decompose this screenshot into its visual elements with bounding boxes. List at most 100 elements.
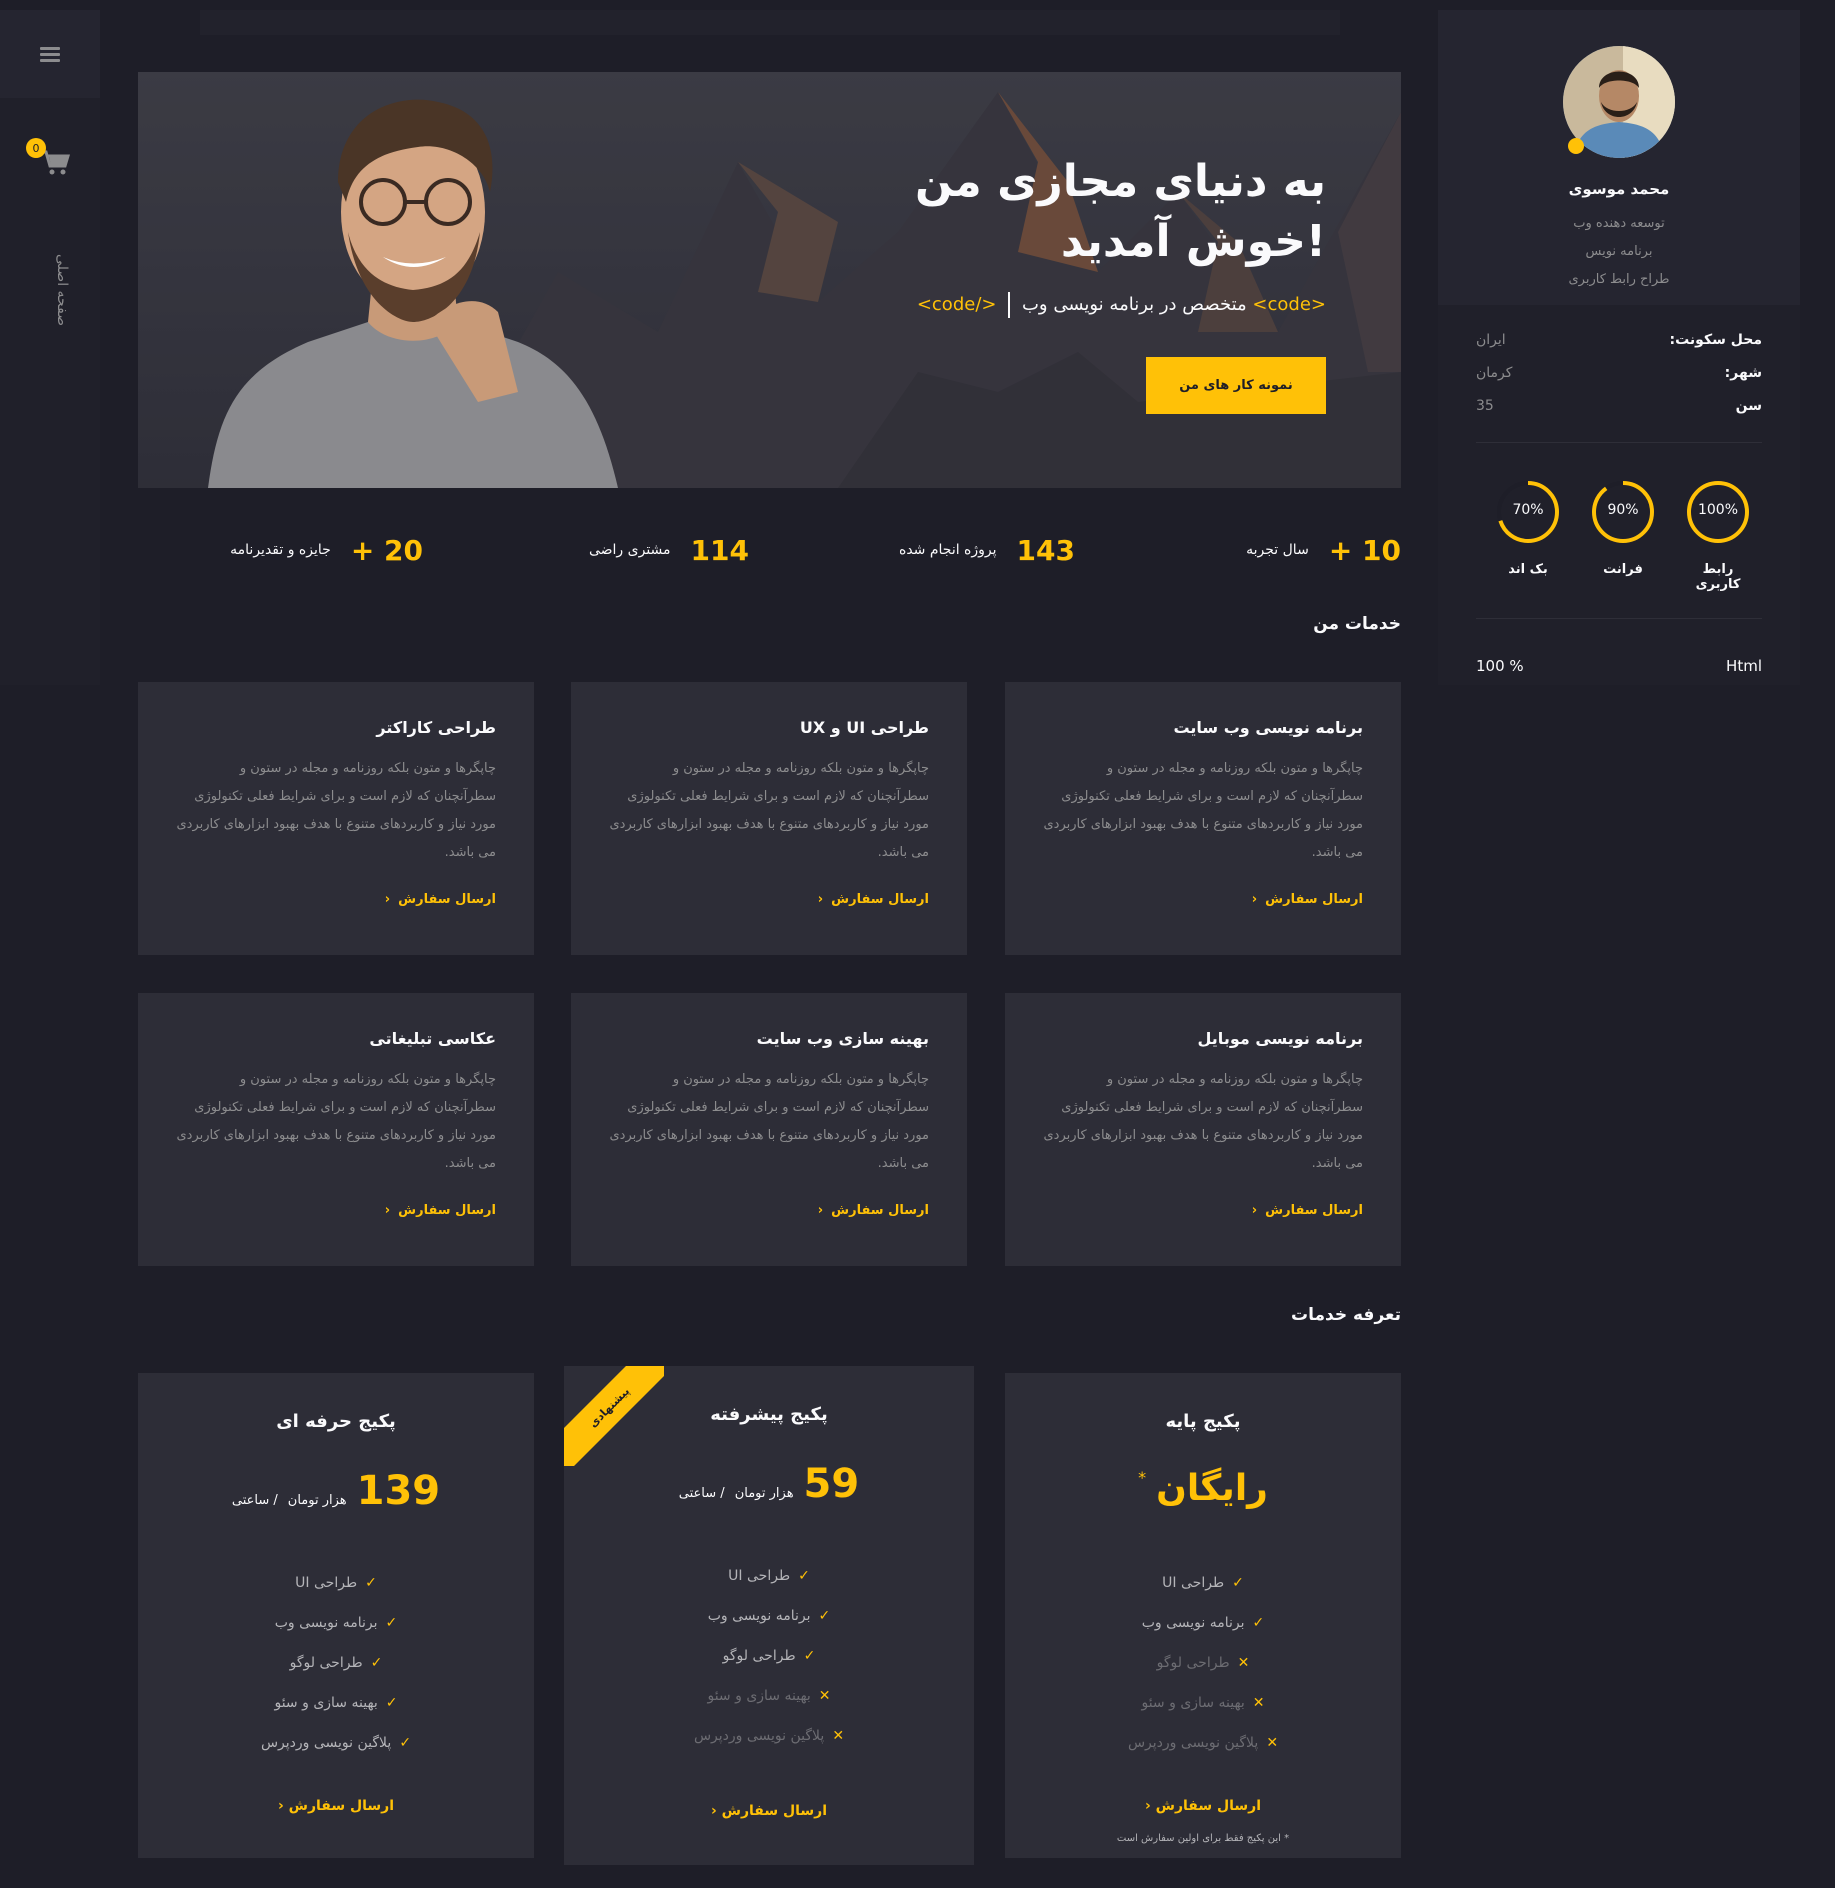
service-title: طراحی کاراکتر xyxy=(376,718,496,737)
feature-label: طراحی لوگو xyxy=(722,1648,796,1664)
order-link[interactable]: ارسال سفارش ‹ xyxy=(564,1803,974,1819)
profile-header: محمد موسوی توسعه دهنده وب برنامه نویس طر… xyxy=(1438,10,1800,305)
info-age: سن 35 xyxy=(1476,398,1762,422)
plan-price: 139 هزار تومان / ساعتی xyxy=(138,1468,534,1514)
portfolio-button[interactable]: نمونه کار های من xyxy=(1146,357,1326,414)
order-link[interactable]: ارسال سفارش ‹ xyxy=(1005,1798,1401,1814)
service-title: برنامه نویسی موبایل xyxy=(1197,1029,1363,1048)
skill-value: 100 % xyxy=(1476,657,1524,675)
feature-label: بهینه سازی و سئو xyxy=(1141,1695,1245,1711)
order-link[interactable]: ارسال سفارش ‹ xyxy=(818,1203,929,1218)
order-link-label: ارسال سفارش xyxy=(288,1798,395,1814)
cross-icon: ✕ xyxy=(818,1688,831,1704)
hero-title-line2: خوش آمدید! xyxy=(1060,216,1326,267)
chevron-left-icon: ‹ xyxy=(384,892,391,907)
check-icon: ✓ xyxy=(798,1568,810,1584)
price-period: / ساعتی xyxy=(678,1486,725,1501)
feature-item: ✓ طراحی UI xyxy=(138,1563,534,1603)
info-value: ایران xyxy=(1476,332,1506,348)
skill-ring-value: 90% xyxy=(1607,502,1639,518)
order-link-label: ارسال سفارش xyxy=(831,892,929,907)
check-icon: ✓ xyxy=(1252,1615,1265,1631)
order-link[interactable]: ارسال سفارش ‹ xyxy=(138,1798,534,1814)
skill-ring-label: فرانت xyxy=(1603,562,1643,577)
service-card: طراحی UI و UX چاپگرها و متون بلکه روزنام… xyxy=(571,682,967,955)
order-link-label: ارسال سفارش xyxy=(398,892,496,907)
hero-banner: به دنیای مجازی من خوش آمدید! <code> متخص… xyxy=(138,72,1401,488)
profile-sidebar: محمد موسوی توسعه دهنده وب برنامه نویس طر… xyxy=(1438,10,1800,685)
feature-item: ✓ برنامه نویسی وب xyxy=(138,1603,534,1643)
profile-name: محمد موسوی xyxy=(1568,180,1670,198)
feature-label: طراحی لوگو xyxy=(1156,1655,1230,1671)
order-link-label: ارسال سفارش xyxy=(831,1203,929,1218)
info-city: شهر: کرمان xyxy=(1476,365,1762,389)
plan-price-number: 139 xyxy=(356,1468,441,1514)
info-key: سن xyxy=(1735,398,1762,414)
check-icon: ✓ xyxy=(1232,1575,1244,1591)
hero-title-line1: به دنیای مجازی من xyxy=(914,156,1326,207)
chevron-left-icon: ‹ xyxy=(817,892,824,907)
plan-price-number: 59 xyxy=(803,1461,860,1507)
feature-item: ✓ طراحی لوگو xyxy=(564,1636,974,1676)
stat-number: 143 xyxy=(1016,533,1075,567)
stat-number: 20 + xyxy=(350,533,423,567)
skill-ring-label: بک اند xyxy=(1508,562,1548,577)
service-title: برنامه نویسی وب سایت xyxy=(1173,718,1363,737)
order-link[interactable]: ارسال سفارش ‹ xyxy=(1252,892,1363,907)
plan-price: 59 هزار تومان / ساعتی xyxy=(564,1461,974,1507)
service-title: بهینه سازی وب سایت xyxy=(756,1029,929,1048)
chevron-left-icon: ‹ xyxy=(710,1803,717,1819)
stat-awards: 20 + جایزه و تقدیرنامه xyxy=(230,520,423,580)
stat-label: پروژه انجام شده xyxy=(898,542,997,558)
skill-html: 100 % Html xyxy=(1476,657,1762,675)
stat-label: جایزه و تقدیرنامه xyxy=(230,542,331,558)
service-description: چاپگرها و متون بلکه روزنامه و مجله در ست… xyxy=(609,1072,929,1171)
chevron-left-icon: ‹ xyxy=(817,1203,824,1218)
service-description: چاپگرها و متون بلکه روزنامه و مجله در ست… xyxy=(1043,761,1363,860)
cart-count-badge: 0 xyxy=(26,138,46,158)
order-link[interactable]: ارسال سفارش ‹ xyxy=(1252,1203,1363,1218)
cross-icon: ✕ xyxy=(1266,1735,1279,1751)
top-stripe xyxy=(200,10,1340,35)
feature-label: طراحی UI xyxy=(728,1568,791,1584)
stat-label: سال تجربه xyxy=(1246,542,1309,558)
chevron-left-icon: ‹ xyxy=(1251,892,1258,907)
stat-number: 114 xyxy=(690,533,749,567)
stats-row: 10 + سال تجربه 143 پروژه انجام شده 114 م… xyxy=(138,520,1401,580)
info-key: شهر: xyxy=(1724,365,1762,381)
cart-button[interactable]: 0 xyxy=(26,138,71,180)
chevron-left-icon: ‹ xyxy=(1251,1203,1258,1218)
cart-icon xyxy=(41,150,71,175)
price-period: / ساعتی xyxy=(231,1493,278,1508)
feature-item: ✓ بهینه سازی و سئو xyxy=(138,1683,534,1723)
asterisk: * xyxy=(1138,1468,1147,1487)
feature-item: ✕ بهینه سازی و سئو xyxy=(564,1676,974,1716)
skill-ring-value: 100% xyxy=(1697,502,1739,518)
feature-item: ✓ طراحی UI xyxy=(564,1556,974,1596)
check-icon: ✓ xyxy=(385,1695,398,1711)
service-card: برنامه نویسی وب سایت چاپگرها و متون بلکه… xyxy=(1005,682,1401,955)
left-sidebar: 0 صفحه اصلی xyxy=(0,10,100,685)
feature-label: طراحی لوگو xyxy=(289,1655,363,1671)
plan-name: پکیج پایه xyxy=(1165,1411,1241,1432)
pricing-card-basic: پکیج پایه رایگان * ✓ طراحی UI ✓ برنامه نوی… xyxy=(1005,1373,1401,1858)
home-nav-label[interactable]: صفحه اصلی xyxy=(30,230,70,350)
price-unit: هزار تومان xyxy=(734,1486,794,1501)
order-link[interactable]: ارسال سفارش ‹ xyxy=(385,892,496,907)
menu-button[interactable] xyxy=(0,10,100,98)
order-link[interactable]: ارسال سفارش ‹ xyxy=(385,1203,496,1218)
service-title: عکاسی تبلیغاتی xyxy=(369,1029,496,1048)
order-link-label: ارسال سفارش xyxy=(1265,1203,1363,1218)
info-key: محل سکونت: xyxy=(1669,332,1763,348)
services-title: خدمات من xyxy=(1313,614,1401,634)
feature-item: ✕ پلاگین نویسی وردپرس xyxy=(1005,1723,1401,1763)
cross-icon: ✕ xyxy=(1237,1655,1250,1671)
feature-label: پلاگین نویسی وردپرس xyxy=(1127,1735,1259,1751)
feature-label: بهینه سازی و سئو xyxy=(707,1688,811,1704)
service-description: چاپگرها و متون بلکه روزنامه و مجله در ست… xyxy=(176,761,496,860)
feature-item: ✓ برنامه نویسی وب xyxy=(1005,1603,1401,1643)
typing-cursor xyxy=(1008,292,1011,318)
order-link[interactable]: ارسال سفارش ‹ xyxy=(818,892,929,907)
hamburger-icon xyxy=(40,44,60,65)
check-icon: ✓ xyxy=(385,1615,398,1631)
